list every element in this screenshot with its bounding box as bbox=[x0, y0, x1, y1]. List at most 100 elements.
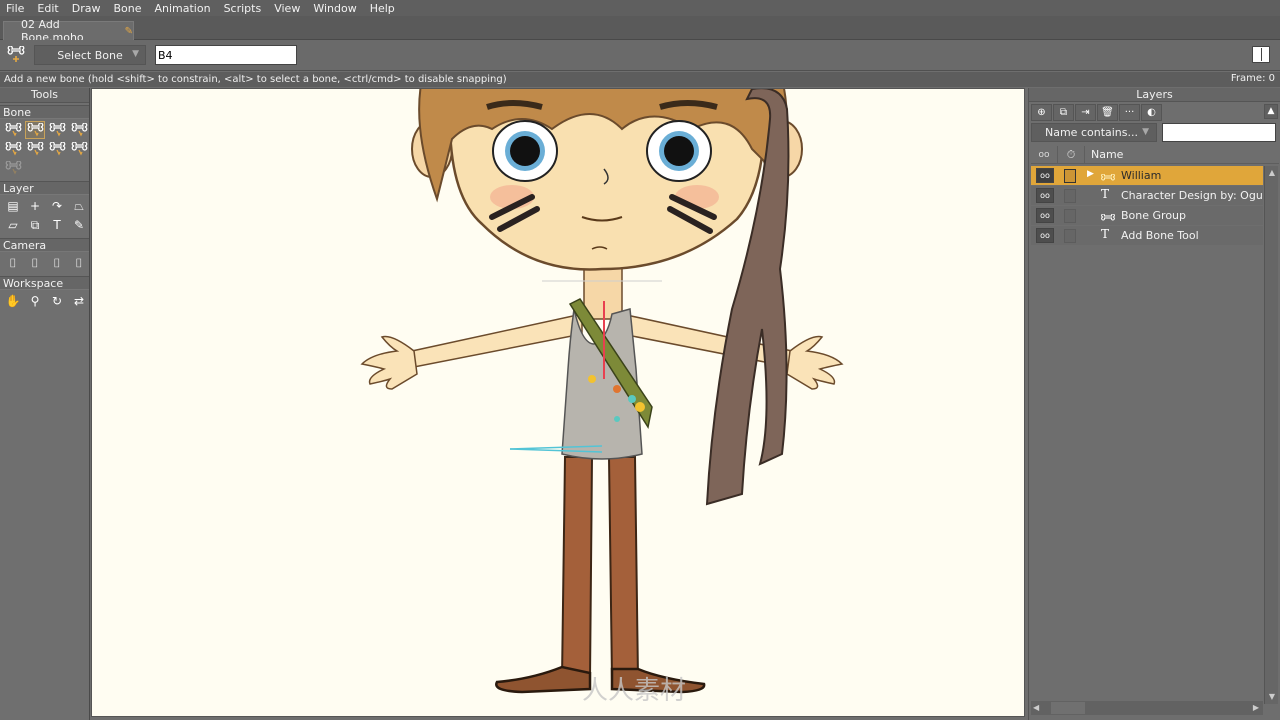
document-tab[interactable]: 02 Add Bone.moho ✎ bbox=[3, 18, 134, 44]
transform-layer-tool[interactable]: ▤ bbox=[3, 197, 23, 215]
reparent-bone-tool[interactable] bbox=[47, 121, 67, 139]
rotate-layer-tool[interactable]: ↷ bbox=[47, 197, 67, 215]
text-layer-icon: T bbox=[1101, 227, 1110, 241]
bone-name-input[interactable] bbox=[155, 45, 297, 65]
layer-filter-row: Name contains... ▼ bbox=[1031, 123, 1279, 142]
shear-layer-tool[interactable]: ⏢ bbox=[69, 197, 89, 215]
tools-section-workspace: Workspace bbox=[0, 276, 89, 290]
menu-edit[interactable]: Edit bbox=[31, 2, 65, 15]
transform-bone-tool[interactable] bbox=[3, 140, 23, 158]
visibility-eye-icon[interactable]: oo bbox=[1036, 228, 1054, 243]
bone-layer-icon bbox=[1101, 211, 1115, 225]
bone-strength-tool[interactable] bbox=[69, 121, 89, 139]
pencil-icon: ✎ bbox=[124, 25, 133, 37]
book-icon[interactable] bbox=[1252, 46, 1270, 63]
timer-column-icon[interactable]: ⏱ bbox=[1058, 145, 1085, 164]
menu-bar: File Edit Draw Bone Animation Scripts View Wind… bbox=[0, 0, 1280, 16]
scrollbar-thumb[interactable] bbox=[1051, 702, 1085, 714]
bind-points-tool[interactable] bbox=[69, 140, 89, 158]
head bbox=[411, 89, 803, 271]
layer-settings-button[interactable]: ··· bbox=[1119, 103, 1140, 121]
document-tab-bar: 02 Add Bone.moho ✎ bbox=[0, 16, 1280, 44]
scroll-left-icon[interactable]: ◀ bbox=[1033, 701, 1039, 715]
menu-draw[interactable]: Draw bbox=[66, 2, 108, 15]
watermark-text: 人人素材 bbox=[582, 676, 686, 706]
roll-camera-tool[interactable]: ⌷ bbox=[47, 254, 67, 272]
switch-layer-tool[interactable]: ⧉ bbox=[25, 216, 45, 234]
new-layer-button[interactable]: ⊕ bbox=[1031, 103, 1052, 121]
layer-row[interactable]: oo Bone Group bbox=[1031, 206, 1263, 225]
layers-toolbar: ⊕ ⧉ ⇥ 🗑 ··· ◐ bbox=[1029, 102, 1280, 122]
torso bbox=[561, 263, 653, 460]
layer-checkbox[interactable] bbox=[1064, 228, 1076, 243]
duplicate-layer-button[interactable]: ⧉ bbox=[1053, 103, 1074, 121]
layer-checkbox[interactable] bbox=[1064, 208, 1076, 223]
perspective-layer-tool[interactable]: ▱ bbox=[3, 216, 23, 234]
visibility-column-icon[interactable]: oo bbox=[1031, 145, 1058, 164]
pan-tool[interactable]: ✋ bbox=[3, 292, 23, 310]
delete-layer-button[interactable]: 🗑 bbox=[1097, 103, 1118, 121]
layer-name: William bbox=[1121, 169, 1162, 182]
track-camera-tool[interactable]: ⌷ bbox=[3, 254, 23, 272]
zoom-camera-tool[interactable]: ⌷ bbox=[25, 254, 45, 272]
menu-bone[interactable]: Bone bbox=[107, 2, 148, 15]
zoom-tool[interactable]: ⚲ bbox=[25, 292, 45, 310]
collapse-panel-button[interactable]: ▲ bbox=[1264, 104, 1278, 119]
text-tool[interactable]: T bbox=[47, 216, 67, 234]
layer-row[interactable]: oo T Character Design by: Oguzhan bbox=[1031, 186, 1263, 205]
layer-row[interactable]: oo T Add Bone Tool bbox=[1031, 226, 1263, 245]
manipulate-bones-tool[interactable] bbox=[25, 140, 45, 158]
scroll-up-icon[interactable]: ▲ bbox=[1265, 166, 1279, 180]
visibility-eye-icon[interactable]: oo bbox=[1036, 168, 1054, 183]
bind-layer-tool[interactable] bbox=[47, 140, 67, 158]
layer-name: Add Bone Tool bbox=[1121, 229, 1199, 242]
select-bone-label: Select Bone bbox=[57, 48, 123, 62]
eyedropper-tool[interactable]: ✎ bbox=[69, 216, 89, 234]
tool-grid-workspace: ✋ ⚲ ↻ ⇄ bbox=[0, 290, 89, 312]
add-bone-tool[interactable] bbox=[25, 121, 45, 139]
scroll-right-icon[interactable]: ▶ bbox=[1253, 701, 1259, 715]
tool-grid-layer: ▤ + ↷ ⏢ ▱ ⧉ T ✎ bbox=[0, 195, 89, 236]
menu-view[interactable]: View bbox=[268, 2, 307, 15]
menu-file[interactable]: File bbox=[0, 2, 31, 15]
canvas[interactable]: 人人素材 bbox=[91, 88, 1025, 717]
rotate-workspace-tool[interactable]: ↻ bbox=[47, 292, 67, 310]
scroll-down-icon[interactable]: ▼ bbox=[1265, 690, 1279, 704]
chevron-down-icon: ▼ bbox=[1142, 127, 1149, 137]
tool-grid-camera: ⌷ ⌷ ⌷ ⌷ bbox=[0, 252, 89, 274]
layer-filter-label: Name contains... bbox=[1045, 126, 1139, 139]
text-layer-icon: T bbox=[1101, 187, 1110, 201]
name-column-header[interactable]: Name bbox=[1085, 148, 1123, 161]
tools-panel-title: Tools bbox=[0, 88, 89, 103]
layer-filter-input[interactable] bbox=[1162, 123, 1276, 142]
layer-row[interactable]: oo ▶ William bbox=[1031, 166, 1263, 185]
visibility-eye-icon[interactable]: oo bbox=[1036, 208, 1054, 223]
pan-tilt-camera-tool[interactable]: ⌷ bbox=[69, 254, 89, 272]
frame-label: Frame: 0 bbox=[1230, 73, 1275, 84]
menu-scripts[interactable]: Scripts bbox=[218, 2, 269, 15]
layer-filter-dropdown[interactable]: Name contains... ▼ bbox=[1031, 123, 1157, 142]
tools-section-camera: Camera bbox=[0, 238, 89, 252]
add-bone-icon bbox=[6, 45, 28, 64]
menu-help[interactable]: Help bbox=[364, 2, 402, 15]
select-bone-dropdown[interactable]: Select Bone ▼ bbox=[34, 45, 146, 65]
expand-arrow-icon[interactable]: ▶ bbox=[1087, 169, 1094, 179]
layers-horizontal-scrollbar[interactable]: ◀ ▶ bbox=[1031, 701, 1263, 715]
set-origin-tool[interactable]: + bbox=[25, 197, 45, 215]
orbit-workspace-tool[interactable]: ⇄ bbox=[69, 292, 89, 310]
layer-checkbox[interactable] bbox=[1064, 188, 1076, 203]
offset-bone-tool[interactable] bbox=[3, 159, 23, 177]
status-bar: Add a new bone (hold <shift> to constrai… bbox=[0, 72, 1280, 87]
status-message: Add a new bone (hold <shift> to constrai… bbox=[4, 74, 507, 85]
tools-section-bone: Bone bbox=[0, 105, 89, 119]
select-bone-tool[interactable] bbox=[3, 121, 23, 139]
menu-window[interactable]: Window bbox=[307, 2, 363, 15]
visibility-eye-icon[interactable]: oo bbox=[1036, 188, 1054, 203]
tool-grid-bone bbox=[0, 119, 89, 179]
layer-checkbox[interactable] bbox=[1064, 168, 1076, 183]
layers-vertical-scrollbar[interactable]: ▲ ▼ bbox=[1264, 166, 1278, 704]
menu-animation[interactable]: Animation bbox=[148, 2, 217, 15]
character-artwork: 人人素材 bbox=[360, 89, 844, 706]
import-layer-button[interactable]: ⇥ bbox=[1075, 103, 1096, 121]
layer-options-button[interactable]: ◐ bbox=[1141, 103, 1162, 121]
